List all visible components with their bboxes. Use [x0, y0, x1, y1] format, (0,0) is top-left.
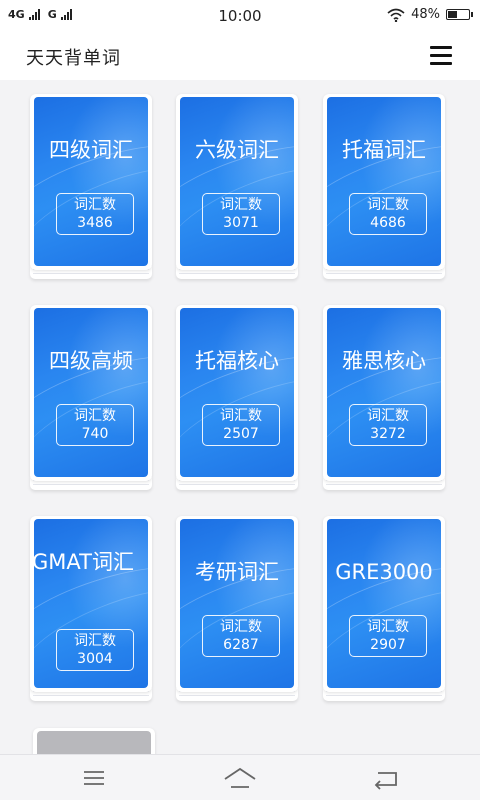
hamburger-menu-icon[interactable] — [430, 46, 454, 66]
book-cover: 考研词汇 词汇数 6287 — [176, 516, 298, 692]
app-screen: 4G G 10:00 48% 天天背单词 四级词汇 词汇数 3486 六级词汇 … — [0, 0, 480, 800]
word-count-value: 6287 — [223, 637, 259, 653]
book-cover: GRE3000 词汇数 2907 — [323, 516, 445, 692]
book-cover: 雅思核心 词汇数 3272 — [323, 305, 445, 481]
word-count-value: 740 — [81, 426, 109, 442]
book-title: 雅思核心 — [342, 349, 426, 373]
word-count-box: 词汇数 2907 — [349, 615, 427, 657]
word-count-label: 词汇数 — [74, 197, 116, 213]
word-count-value: 3004 — [77, 651, 113, 667]
word-count-box: 词汇数 3071 — [202, 193, 280, 235]
book-face: 托福核心 词汇数 2507 — [180, 308, 294, 477]
book-title: 托福词汇 — [342, 138, 426, 162]
system-nav-bar — [0, 754, 480, 800]
word-count-box: 词汇数 3272 — [349, 404, 427, 446]
home-icon[interactable] — [220, 763, 260, 793]
book-cover: 四级词汇 词汇数 3486 — [30, 94, 152, 270]
book-card[interactable]: 托福词汇 词汇数 4686 — [323, 94, 445, 280]
book-title: GMAT词汇 — [34, 550, 134, 574]
book-face: 四级高频 词汇数 740 — [34, 308, 148, 477]
book-card[interactable]: 托福核心 词汇数 2507 — [176, 305, 298, 491]
word-count-value: 3272 — [370, 426, 406, 442]
book-card[interactable]: 雅思核心 词汇数 3272 — [323, 305, 445, 491]
word-count-box: 词汇数 3486 — [56, 193, 134, 235]
word-count-value: 2907 — [370, 637, 406, 653]
book-cover: GMAT词汇 词汇数 3004 — [30, 516, 152, 692]
book-card[interactable]: 四级高频 词汇数 740 — [30, 305, 152, 491]
book-face: GMAT词汇 词汇数 3004 — [34, 519, 148, 688]
word-count-label: 词汇数 — [74, 633, 116, 649]
word-count-label: 词汇数 — [367, 619, 409, 635]
word-count-box: 词汇数 2507 — [202, 404, 280, 446]
status-bar: 4G G 10:00 48% — [0, 0, 480, 32]
word-count-box: 词汇数 4686 — [349, 193, 427, 235]
book-cover: 四级高频 词汇数 740 — [30, 305, 152, 481]
word-count-value: 4686 — [370, 215, 406, 231]
book-title: 托福核心 — [195, 349, 279, 373]
word-count-label: 词汇数 — [220, 197, 262, 213]
book-title: 四级高频 — [49, 349, 133, 373]
book-card-partial[interactable] — [33, 728, 155, 754]
book-title: GRE3000 — [335, 560, 433, 584]
word-count-label: 词汇数 — [220, 408, 262, 424]
battery-percent: 48% — [411, 7, 440, 22]
book-face: 雅思核心 词汇数 3272 — [327, 308, 441, 477]
book-face: 四级词汇 词汇数 3486 — [34, 97, 148, 266]
book-title: 四级词汇 — [49, 138, 133, 162]
word-count-label: 词汇数 — [367, 197, 409, 213]
book-face: 六级词汇 词汇数 3071 — [180, 97, 294, 266]
book-cover: 托福核心 词汇数 2507 — [176, 305, 298, 481]
word-count-label: 词汇数 — [220, 619, 262, 635]
book-cover: 六级词汇 词汇数 3071 — [176, 94, 298, 270]
book-face — [37, 731, 151, 754]
book-card[interactable]: GMAT词汇 词汇数 3004 — [30, 516, 152, 702]
book-card[interactable]: 四级词汇 词汇数 3486 — [30, 94, 152, 280]
word-count-box: 词汇数 3004 — [56, 629, 134, 671]
book-card[interactable]: GRE3000 词汇数 2907 — [323, 516, 445, 702]
battery-level — [448, 11, 457, 18]
book-card[interactable]: 考研词汇 词汇数 6287 — [176, 516, 298, 702]
app-bar: 天天背单词 — [0, 32, 480, 80]
status-right: 48% — [387, 7, 473, 22]
book-face: GRE3000 词汇数 2907 — [327, 519, 441, 688]
book-cover: 托福词汇 词汇数 4686 — [323, 94, 445, 270]
word-count-box: 词汇数 740 — [56, 404, 134, 446]
word-count-value: 3071 — [223, 215, 259, 231]
wordbook-grid: 四级词汇 词汇数 3486 六级词汇 词汇数 3071 托福词汇 词汇数 468… — [0, 80, 480, 754]
word-count-label: 词汇数 — [367, 408, 409, 424]
back-arrow-icon[interactable] — [366, 763, 406, 793]
book-title: 六级词汇 — [195, 138, 279, 162]
app-title: 天天背单词 — [26, 48, 121, 69]
book-card[interactable]: 六级词汇 词汇数 3071 — [176, 94, 298, 280]
word-count-value: 3486 — [77, 215, 113, 231]
wifi-icon — [387, 8, 405, 22]
book-title: 考研词汇 — [195, 560, 279, 584]
book-face: 托福词汇 词汇数 4686 — [327, 97, 441, 266]
menu-lines-icon[interactable] — [74, 763, 114, 793]
book-face: 考研词汇 词汇数 6287 — [180, 519, 294, 688]
word-count-box: 词汇数 6287 — [202, 615, 280, 657]
battery-icon — [446, 9, 473, 20]
word-count-label: 词汇数 — [74, 408, 116, 424]
word-count-value: 2507 — [223, 426, 259, 442]
